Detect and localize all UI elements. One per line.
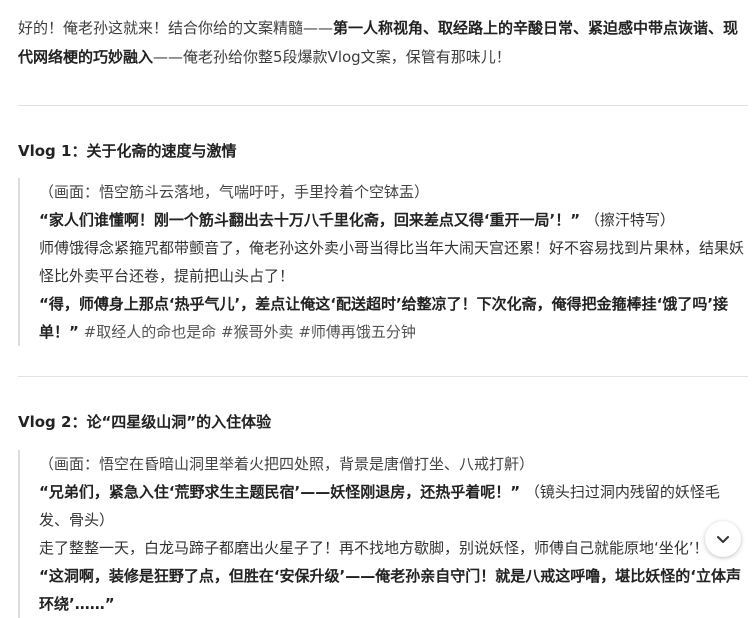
vlog1-heading: Vlog 1：关于化斋的速度与激情: [18, 142, 237, 160]
vlog1-line3: “得，师傅身上那点‘热乎气儿’，差点让俺这‘配送超时’给整凉了！下次化斋，俺得把…: [39, 290, 744, 346]
vlog2-blockquote: （画面：悟空在昏暗山洞里举着火把四处照，背景是唐僧打坐、八戒打鼾） “兄弟们，紧…: [18, 450, 744, 618]
vlog1-line1-note: （擦汗特写）: [584, 211, 675, 229]
vlog1-hashtags: #取经人的命也是命 #猴哥外卖 #师傅再饿五分钟: [83, 323, 416, 341]
vlog2-line2: 走了整整一天，白龙马蹄子都磨出火星子了！再不找地方歇脚，别说妖怪，师傅自己就能原…: [39, 539, 709, 557]
intro-text: 好的！俺老孙这就来！结合你给的文案精髓——: [18, 19, 334, 37]
vlog1-line2: 师傅饿得念紧箍咒都带颤音了，俺老孙这外卖小哥当得比当年大闹天宫还累！好不容易找到…: [39, 239, 745, 285]
vlog2-line1: “兄弟们，紧急入住‘荒野求生主题民宿’——妖怪刚退房，还热乎着呢！” （镜头扫过…: [39, 478, 744, 534]
vlog2-line1-quote: “兄弟们，紧急入住‘荒野求生主题民宿’——妖怪刚退房，还热乎着呢！”: [39, 483, 521, 501]
vlog2-scene: （画面：悟空在昏暗山洞里举着火把四处照，背景是唐僧打坐、八戒打鼾）: [39, 455, 535, 473]
chevron-down-icon: [717, 536, 729, 543]
vlog1-line1: “家人们谁懂啊！刚一个筋斗翻出去十万八千里化斋，回来差点又得‘重开一局’！” （…: [39, 206, 744, 234]
vlog1-blockquote: （画面：悟空筋斗云落地，气喘吁吁，手里拎着个空钵盂） “家人们谁懂啊！刚一个筋斗…: [18, 178, 744, 346]
intro-paragraph: 好的！俺老孙这就来！结合你给的文案精髓——第一人称视角、取经路上的辛酸日常、紧迫…: [18, 14, 748, 72]
chat-response: 好的！俺老孙这就来！结合你给的文案精髓——第一人称视角、取经路上的辛酸日常、紧迫…: [18, 14, 748, 618]
divider: [18, 105, 748, 106]
divider: [18, 376, 748, 377]
intro-text-end: ——俺老孙给你整5段爆款Vlog文案，保管有那味儿！: [153, 48, 511, 66]
vlog2-heading: Vlog 2：论“四星级山洞”的入住体验: [18, 413, 272, 431]
scroll-to-bottom-button[interactable]: [705, 521, 741, 557]
vlog1-scene: （画面：悟空筋斗云落地，气喘吁吁，手里拎着个空钵盂）: [39, 183, 430, 201]
vlog2-line3: “这洞啊，装修是狂野了点，但胜在‘安保升级’——俺老孙亲自守门！就是八戒这呼噜，…: [39, 567, 741, 613]
vlog1-line1-quote: “家人们谁懂啊！刚一个筋斗翻出去十万八千里化斋，回来差点又得‘重开一局’！”: [39, 211, 581, 229]
